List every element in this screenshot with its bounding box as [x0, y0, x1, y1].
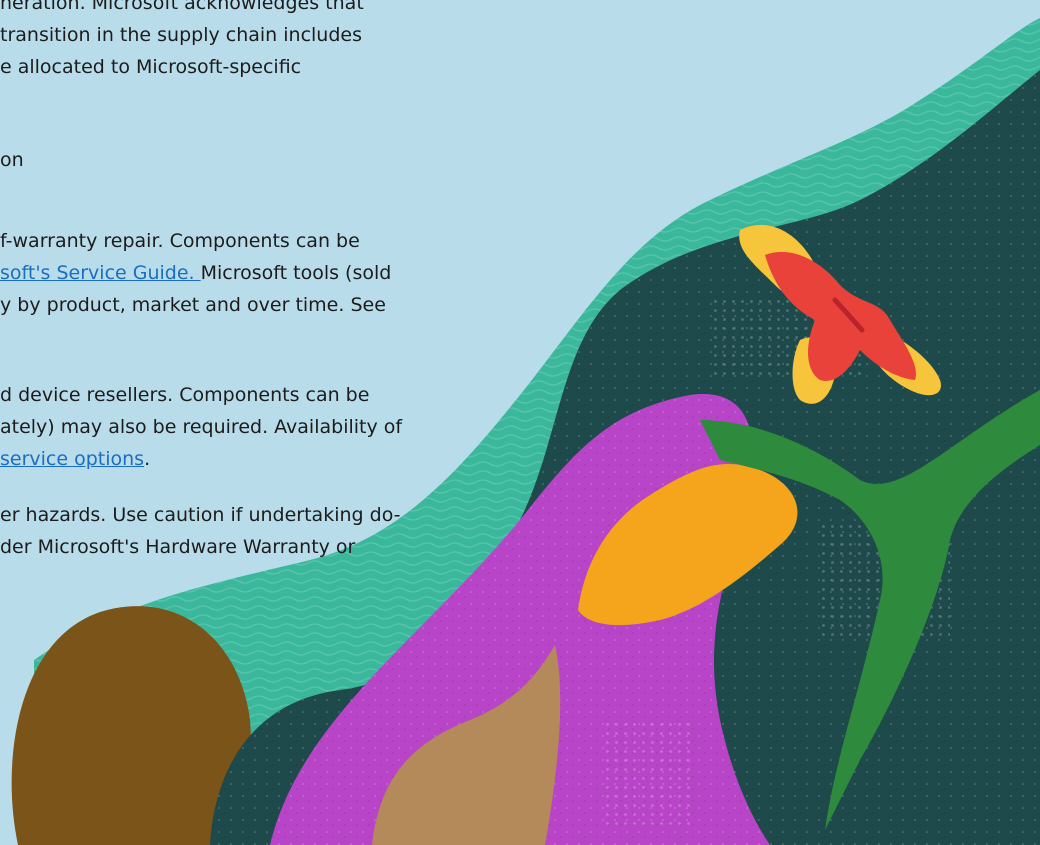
section-heading-fragment: on: [0, 149, 24, 171]
intro-line-1: neration. Microsoft acknowledges that: [0, 0, 364, 14]
intro-line-3: e allocated to Microsoft-specific: [0, 56, 302, 78]
reseller-repair-line-1: d device resellers. Components can be: [0, 384, 370, 406]
self-repair-line-3: y by product, market and over time. See: [0, 294, 386, 316]
hazards-line-1: er hazards. Use caution if undertaking d…: [0, 504, 401, 526]
self-repair-line-2: soft's Service Guide. Microsoft tools (s…: [0, 262, 392, 284]
reseller-repair-line-2: ately) may also be required. Availabilit…: [0, 416, 403, 438]
self-repair-line-1: f-warranty repair. Components can be: [0, 230, 360, 252]
hazards-line-2: der Microsoft's Hardware Warranty or: [0, 536, 356, 558]
service-options-link[interactable]: service options: [0, 448, 144, 470]
reseller-repair-line-3: service options.: [0, 448, 151, 470]
dot-grid-magenta: [600, 720, 690, 830]
intro-line-2: transition in the supply chain includes: [0, 24, 362, 46]
service-guide-link[interactable]: soft's Service Guide.: [0, 262, 201, 284]
